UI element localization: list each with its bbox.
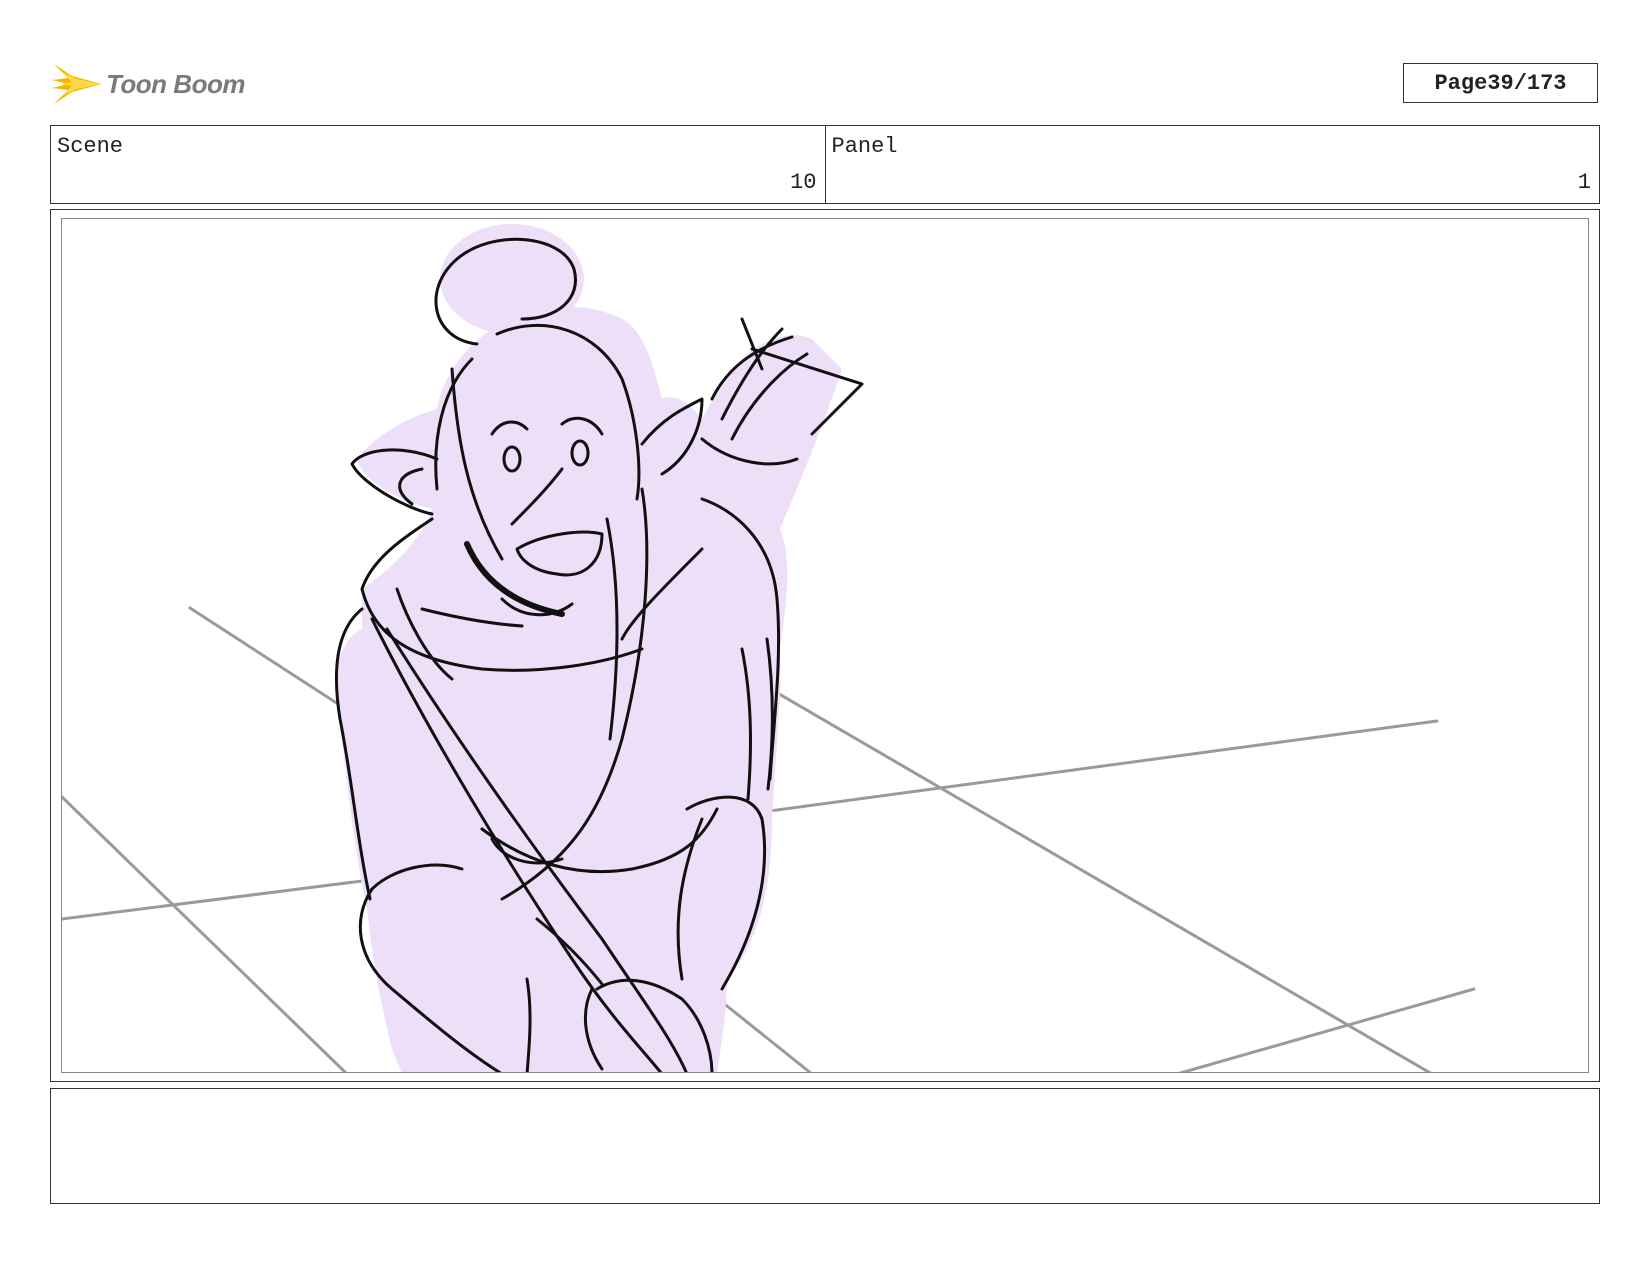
character-sketch bbox=[62, 224, 1476, 1072]
scene-label: Scene bbox=[57, 134, 124, 159]
panel-cell: Panel 1 bbox=[824, 126, 1600, 203]
page-label: Page bbox=[1434, 70, 1488, 96]
panel-value: 1 bbox=[1577, 170, 1591, 195]
storyboard-panel-canvas bbox=[61, 218, 1589, 1073]
storyboard-panel-frame bbox=[50, 209, 1600, 1082]
panel-notes-box[interactable] bbox=[50, 1088, 1600, 1204]
panel-label: Panel bbox=[831, 134, 898, 159]
scene-cell: Scene 10 bbox=[51, 126, 825, 203]
page-indicator: Page 39/173 bbox=[1403, 63, 1598, 103]
scene-value: 10 bbox=[790, 170, 817, 195]
toon-boom-logo: Toon Boom bbox=[52, 56, 262, 112]
scene-panel-info: Scene 10 Panel 1 bbox=[50, 125, 1600, 204]
starburst-logo-icon bbox=[52, 64, 102, 104]
page-number: 39/173 bbox=[1487, 70, 1567, 96]
logo-text: Toon Boom bbox=[106, 68, 245, 99]
